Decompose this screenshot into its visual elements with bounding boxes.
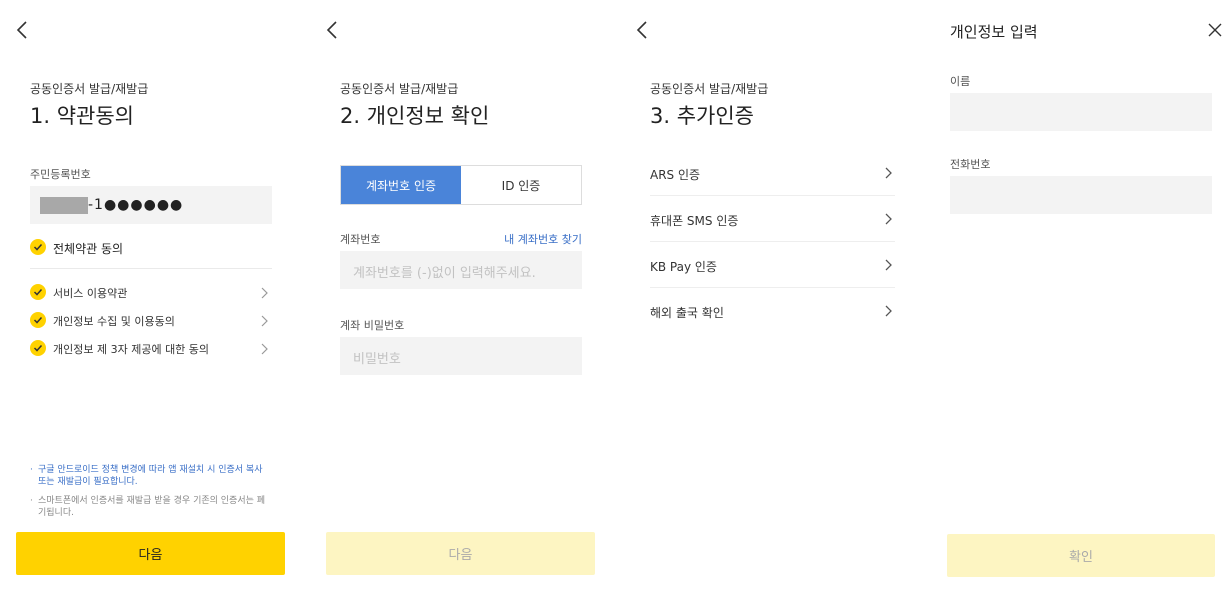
check-icon [33, 288, 43, 296]
page-title: 3. 추가인증 [650, 104, 754, 128]
chevron-right-icon[interactable] [260, 315, 268, 327]
agreement-label-third-party[interactable]: 개인정보 제 3자 제공에 대한 동의 [53, 341, 209, 357]
agree-all-checkbox[interactable] [30, 239, 46, 255]
page-title: 1. 약관동의 [30, 104, 134, 128]
screen-personal-info-input: 개인정보 입력 이름 전화번호 확인 [930, 0, 1230, 597]
back-arrow-icon[interactable] [326, 20, 346, 42]
auth-method-kbpay[interactable]: KB Pay 인증 [650, 242, 895, 288]
chevron-right-icon[interactable] [260, 343, 268, 355]
chevron-right-icon [884, 305, 892, 317]
account-password-placeholder: 비밀번호 [353, 352, 401, 367]
name-label: 이름 [950, 75, 971, 88]
next-button[interactable]: 다음 [326, 532, 595, 575]
close-icon[interactable] [1208, 22, 1222, 37]
notice-app-reinstall: · 구글 안드로이드 정책 변경에 따라 앱 재설치 시 인증서 복사 또는 재… [30, 465, 263, 487]
agreement-label-privacy[interactable]: 개인정보 수집 및 이용동의 [53, 313, 175, 329]
agreement-checkbox-service[interactable] [30, 284, 46, 300]
account-number-label: 계좌번호 [340, 233, 381, 246]
find-account-link[interactable]: 내 계좌번호 찾기 [504, 231, 582, 247]
divider [30, 268, 272, 269]
auth-method-label: ARS 인증 [650, 168, 701, 182]
page-title: 2. 개인정보 확인 [340, 104, 490, 128]
id-number-label: 주민등록번호 [30, 168, 91, 181]
back-arrow-icon[interactable] [16, 20, 36, 42]
page-subtitle: 공동인증서 발급/재발급 [650, 82, 769, 96]
tab-id-auth[interactable]: ID 인증 [461, 166, 581, 204]
agreement-checkbox-third-party[interactable] [30, 340, 46, 356]
auth-method-sms[interactable]: 휴대폰 SMS 인증 [650, 196, 895, 242]
auth-method-tabs: 계좌번호 인증 ID 인증 [340, 165, 582, 205]
auth-method-label: KB Pay 인증 [650, 260, 717, 274]
id-number-field: -1●●●●●● [30, 186, 272, 224]
auth-method-overseas[interactable]: 해외 출국 확인 [650, 288, 895, 334]
account-password-label: 계좌 비밀번호 [340, 319, 405, 332]
name-input[interactable] [950, 93, 1212, 131]
chevron-right-icon [884, 259, 892, 271]
page-title: 개인정보 입력 [950, 23, 1038, 41]
page-subtitle: 공동인증서 발급/재발급 [340, 82, 459, 96]
back-arrow-icon[interactable] [636, 20, 656, 42]
agreement-checkbox-privacy[interactable] [30, 312, 46, 328]
agree-all-label[interactable]: 전체약관 동의 [53, 240, 123, 257]
notice-reissue: · 스마트폰에서 인증서를 재발급 받을 경우 기존의 인증서는 폐기됩니다. [30, 496, 266, 518]
tab-account-auth[interactable]: 계좌번호 인증 [341, 166, 461, 204]
chevron-right-icon[interactable] [260, 287, 268, 299]
screen-terms-agreement: 공동인증서 발급/재발급 1. 약관동의 주민등록번호 -1●●●●●● 전체약… [0, 0, 308, 597]
id-number-mask [40, 197, 88, 214]
check-icon [33, 316, 43, 324]
phone-label: 전화번호 [950, 158, 991, 171]
chevron-right-icon [884, 167, 892, 179]
agreement-label-service[interactable]: 서비스 이용약관 [53, 285, 127, 301]
id-number-value: -1●●●●●● [88, 197, 184, 213]
account-number-placeholder: 계좌번호를 (-)없이 입력해주세요. [353, 266, 536, 281]
screen-additional-auth: 공동인증서 발급/재발급 3. 추가인증 ARS 인증 휴대폰 SMS 인증 K… [620, 0, 928, 597]
next-button[interactable]: 다음 [16, 532, 285, 575]
check-icon [33, 344, 43, 352]
screen-personal-info-check: 공동인증서 발급/재발급 2. 개인정보 확인 계좌번호 인증 ID 인증 계좌… [310, 0, 618, 597]
account-number-input[interactable]: 계좌번호를 (-)없이 입력해주세요. [340, 251, 582, 289]
auth-method-label: 휴대폰 SMS 인증 [650, 214, 739, 228]
check-icon [33, 243, 43, 251]
page-subtitle: 공동인증서 발급/재발급 [30, 82, 149, 96]
chevron-right-icon [884, 213, 892, 225]
account-password-input[interactable]: 비밀번호 [340, 337, 582, 375]
confirm-button[interactable]: 확인 [947, 534, 1215, 577]
phone-input[interactable] [950, 176, 1212, 214]
auth-method-label: 해외 출국 확인 [650, 306, 724, 320]
auth-method-ars[interactable]: ARS 인증 [650, 150, 895, 196]
